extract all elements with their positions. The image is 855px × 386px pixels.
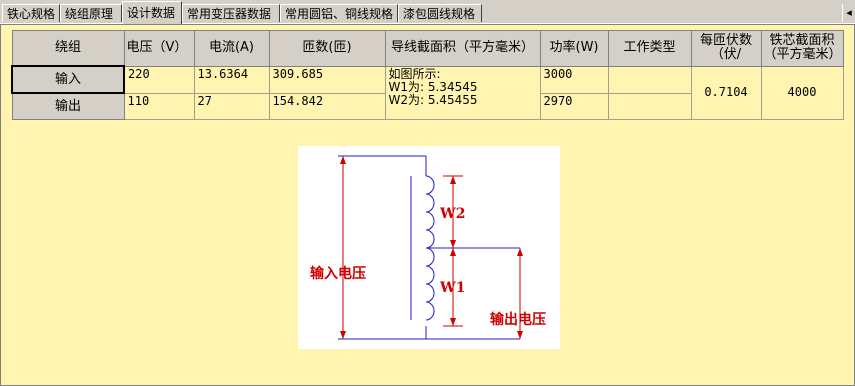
tab-common-transformer-data[interactable]: 常用变压器数据 xyxy=(182,4,280,22)
w2-arrow-down-icon xyxy=(450,240,456,248)
cell-power[interactable]: 2970 xyxy=(539,92,609,120)
wire-area-w2: W2为: 5.45455 xyxy=(388,92,478,107)
cell-current[interactable]: 27 xyxy=(193,92,270,120)
tab-scroll-icon[interactable]: ◂ xyxy=(842,4,855,22)
wire-area-w1: W1为: 5.34545 xyxy=(388,79,478,94)
design-data-grid: 绕组 电压（V） 电流(A) 匝数(匝) 导线截面积（平方毫米） 功率(W) 工… xyxy=(11,30,844,120)
tab-design-data[interactable]: 设计数据 xyxy=(122,1,182,24)
col-header-core-area[interactable]: 铁芯截面积（平方毫米） xyxy=(760,30,844,67)
table-row[interactable]: 输入 220 13.6364 309.685 如图所示: W1为: 5.3454… xyxy=(11,65,844,120)
w1-label: W1 xyxy=(439,280,465,296)
col-header-power[interactable]: 功率(W) xyxy=(539,30,609,67)
design-data-panel: 绕组 电压（V） 电流(A) 匝数(匝) 导线截面积（平方毫米） 功率(W) 工… xyxy=(0,24,855,386)
cell-current[interactable]: 13.6364 xyxy=(193,65,270,94)
input-arrow-down-icon xyxy=(340,331,346,339)
output-arrow-up-icon xyxy=(517,248,523,256)
winding-diagram: 输入电压 输出电压 W2 W1 xyxy=(298,146,560,349)
input-arrow-up-icon xyxy=(340,156,346,164)
header-row: 绕组 电压（V） 电流(A) 匝数(匝) 导线截面积（平方毫米） 功率(W) 工… xyxy=(11,30,844,67)
input-voltage-label: 输入电压 xyxy=(310,265,366,282)
row-header-output[interactable]: 输出 xyxy=(11,92,125,120)
cell-voltage[interactable]: 220 xyxy=(123,65,195,94)
cell-turns[interactable]: 154.842 xyxy=(268,92,386,120)
cell-work-type[interactable] xyxy=(607,65,692,94)
output-arrow-down-icon xyxy=(517,331,523,339)
tab-round-wire-spec[interactable]: 常用圆铝、铜线规格 xyxy=(280,4,398,22)
w2-label: W2 xyxy=(439,206,465,222)
col-header-work-type[interactable]: 工作类型 xyxy=(607,30,692,67)
col-header-wire-area[interactable]: 导线截面积（平方毫米） xyxy=(384,30,541,67)
cell-power[interactable]: 3000 xyxy=(539,65,609,94)
wire-area-line1: 如图所示: xyxy=(388,66,441,81)
cell-wire-area[interactable]: 如图所示: W1为: 5.34545 W2为: 5.45455 xyxy=(384,65,541,120)
w1-arrow-up-icon xyxy=(450,248,456,256)
tab-winding-principle[interactable]: 绕组原理 xyxy=(60,4,122,22)
w1-arrow-down-icon xyxy=(450,318,456,326)
col-header-winding[interactable]: 绕组 xyxy=(11,30,125,67)
cell-core-area[interactable]: 4000 xyxy=(760,65,844,120)
tab-core-spec[interactable]: 铁心规格 xyxy=(2,4,60,22)
w2-arrow-up-icon xyxy=(450,176,456,184)
row-header-input[interactable]: 输入 xyxy=(11,65,125,94)
cell-turns[interactable]: 309.685 xyxy=(268,65,386,94)
autotransformer-schematic: 输入电压 输出电压 W2 W1 xyxy=(310,155,546,340)
tab-enamel-wire-spec[interactable]: 漆包圆线规格 xyxy=(398,4,482,22)
tab-bar: 铁心规格 绕组原理 设计数据 常用变压器数据 常用圆铝、铜线规格 漆包圆线规格 … xyxy=(0,0,855,24)
col-header-current[interactable]: 电流(A) xyxy=(193,30,270,67)
output-voltage-label: 输出电压 xyxy=(490,311,546,328)
cell-work-type[interactable] xyxy=(607,92,692,120)
cell-volts-per-turn[interactable]: 0.7104 xyxy=(690,65,762,120)
col-header-volts-per-turn[interactable]: 每匝伏数（伏/ xyxy=(690,30,762,67)
col-header-turns[interactable]: 匝数(匝) xyxy=(268,30,386,67)
cell-voltage[interactable]: 110 xyxy=(123,92,195,120)
col-header-voltage[interactable]: 电压（V） xyxy=(123,30,195,67)
